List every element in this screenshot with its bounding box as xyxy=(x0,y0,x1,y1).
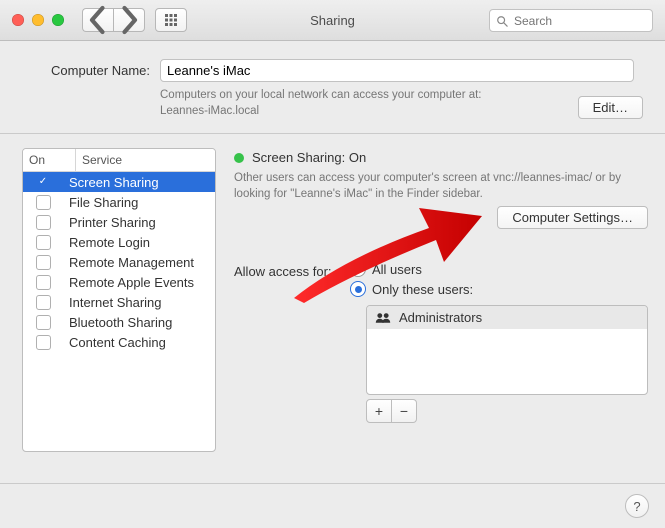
computer-name-section: Computer Name: Computers on your local n… xyxy=(0,41,665,134)
close-window-button[interactable] xyxy=(12,14,24,26)
service-checkbox[interactable] xyxy=(36,275,51,290)
service-row-content-caching[interactable]: Content Caching xyxy=(23,332,215,352)
services-rows: Screen Sharing File Sharing Printer Sharin… xyxy=(23,172,215,451)
help-button[interactable]: ? xyxy=(625,494,649,518)
service-checkbox[interactable] xyxy=(36,175,51,190)
service-detail: Screen Sharing: On Other users can acces… xyxy=(234,148,648,452)
status-indicator-icon xyxy=(234,153,244,163)
user-row-label: Administrators xyxy=(399,310,482,325)
minimize-window-button[interactable] xyxy=(32,14,44,26)
search-icon xyxy=(496,15,508,27)
user-row-administrators[interactable]: Administrators xyxy=(367,306,647,329)
service-row-bluetooth-sharing[interactable]: Bluetooth Sharing xyxy=(23,312,215,332)
service-row-screen-sharing[interactable]: Screen Sharing xyxy=(23,172,215,192)
service-row-remote-login[interactable]: Remote Login xyxy=(23,232,215,252)
computer-name-label: Computer Name: xyxy=(22,63,150,78)
grid-icon xyxy=(164,13,178,27)
service-checkbox[interactable] xyxy=(36,215,51,230)
add-user-button[interactable]: + xyxy=(366,399,392,423)
service-row-remote-management[interactable]: Remote Management xyxy=(23,252,215,272)
service-name-label: Printer Sharing xyxy=(63,215,215,230)
service-name-label: Remote Apple Events xyxy=(63,275,215,290)
services-header-service: Service xyxy=(76,149,215,171)
zoom-window-button[interactable] xyxy=(52,14,64,26)
services-header-on: On xyxy=(23,149,76,171)
search-input[interactable] xyxy=(512,13,646,29)
service-name-label: Remote Management xyxy=(63,255,215,270)
service-checkbox[interactable] xyxy=(36,195,51,210)
radio-only-users-row[interactable]: Only these users: xyxy=(350,281,648,297)
footer: ? xyxy=(0,483,665,528)
group-icon xyxy=(375,312,391,324)
service-name-label: Bluetooth Sharing xyxy=(63,315,215,330)
service-checkbox[interactable] xyxy=(36,295,51,310)
service-name-label: Remote Login xyxy=(63,235,215,250)
service-checkbox[interactable] xyxy=(36,235,51,250)
titlebar: Sharing xyxy=(0,0,665,41)
computer-name-input[interactable] xyxy=(160,59,634,82)
radio-only-users[interactable] xyxy=(350,281,366,297)
service-name-label: File Sharing xyxy=(63,195,215,210)
service-row-file-sharing[interactable]: File Sharing xyxy=(23,192,215,212)
sharing-preferences-window: Sharing Computer Name: Computers on your… xyxy=(0,0,665,528)
services-header: On Service xyxy=(23,149,215,172)
service-checkbox[interactable] xyxy=(36,335,51,350)
radio-all-users-row[interactable]: All users xyxy=(350,261,648,277)
service-checkbox[interactable] xyxy=(36,315,51,330)
user-add-remove: + − xyxy=(366,399,648,423)
service-name-label: Content Caching xyxy=(63,335,215,350)
status-line: Screen Sharing: On xyxy=(234,150,648,165)
status-text: Screen Sharing: On xyxy=(252,150,366,165)
chevron-right-icon xyxy=(114,5,144,35)
chevron-left-icon xyxy=(83,5,113,35)
service-row-internet-sharing[interactable]: Internet Sharing xyxy=(23,292,215,312)
remove-user-button[interactable]: − xyxy=(392,399,417,423)
service-name-label: Screen Sharing xyxy=(63,175,215,190)
nav-buttons xyxy=(82,8,145,32)
service-checkbox[interactable] xyxy=(36,255,51,270)
allow-access-section: Allow access for: All users Only these u… xyxy=(234,264,648,423)
search-field[interactable] xyxy=(489,9,653,32)
body: On Service Screen Sharing File Sharing Pri… xyxy=(0,134,665,466)
back-button[interactable] xyxy=(82,8,113,32)
computer-name-description: Computers on your local network can acce… xyxy=(160,88,560,119)
computer-settings-button[interactable]: Computer Settings… xyxy=(497,206,648,229)
edit-hostname-button[interactable]: Edit… xyxy=(578,96,643,119)
allowed-users-list[interactable]: Administrators xyxy=(366,305,648,395)
radio-all-users-label: All users xyxy=(372,262,422,277)
services-table: On Service Screen Sharing File Sharing Pri… xyxy=(22,148,216,452)
radio-all-users[interactable] xyxy=(350,261,366,277)
allow-access-label: Allow access for: xyxy=(234,264,332,279)
vnc-description: Other users can access your computer's s… xyxy=(234,171,648,202)
radio-only-users-label: Only these users: xyxy=(372,282,473,297)
window-controls xyxy=(12,14,64,26)
show-all-button[interactable] xyxy=(155,8,187,32)
service-row-printer-sharing[interactable]: Printer Sharing xyxy=(23,212,215,232)
service-name-label: Internet Sharing xyxy=(63,295,215,310)
forward-button[interactable] xyxy=(113,8,145,32)
service-row-remote-apple-events[interactable]: Remote Apple Events xyxy=(23,272,215,292)
